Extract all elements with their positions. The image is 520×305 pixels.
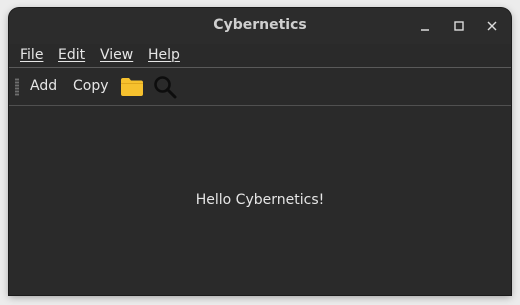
close-icon	[487, 21, 497, 31]
open-folder-button[interactable]	[120, 77, 144, 97]
toolbar-grip-handle[interactable]	[15, 78, 19, 96]
menu-view[interactable]: View	[100, 47, 133, 63]
close-button[interactable]	[482, 16, 502, 36]
window-title: Cybernetics	[213, 17, 307, 33]
hello-message: Hello Cybernetics!	[195, 192, 325, 208]
maximize-icon	[454, 21, 464, 31]
menu-help[interactable]: Help	[148, 47, 180, 63]
minimize-icon	[421, 29, 429, 31]
menu-edit[interactable]: Edit	[58, 47, 85, 63]
search-icon	[154, 76, 177, 99]
main-content: Hello Cybernetics!	[9, 106, 511, 295]
copy-button[interactable]: Copy	[73, 78, 109, 94]
search-button[interactable]	[153, 75, 177, 99]
maximize-button[interactable]	[449, 16, 469, 36]
toolbar: Add Copy	[9, 68, 511, 106]
menu-bar: File Edit View Help	[9, 44, 511, 68]
title-bar[interactable]: Cybernetics	[9, 8, 511, 44]
app-window: Cybernetics File Edit View Help Add Copy	[9, 8, 511, 295]
minimize-button[interactable]	[415, 16, 435, 36]
folder-icon	[121, 78, 143, 96]
menu-file[interactable]: File	[20, 47, 43, 63]
add-button[interactable]: Add	[30, 78, 57, 94]
